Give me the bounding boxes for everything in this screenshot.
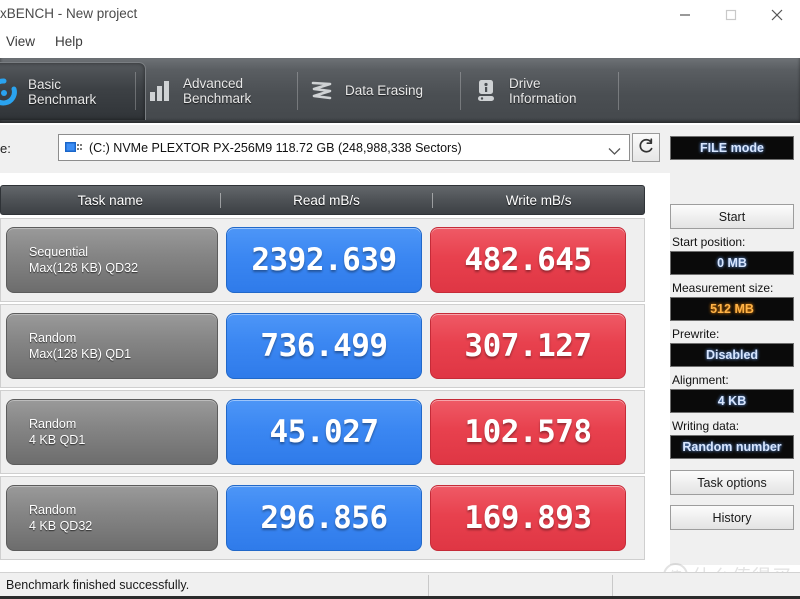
tab-basic-benchmark[interactable]: Basic Benchmark xyxy=(0,62,146,120)
drive-info-icon xyxy=(472,77,500,105)
close-button[interactable] xyxy=(754,0,800,30)
prewrite-label: Prewrite: xyxy=(672,327,720,341)
settings-panel: FILE mode Start Start position: 0 MB Mea… xyxy=(670,125,800,565)
read-value: 45.027 xyxy=(269,414,379,450)
table-row: Random 4 KB QD32 296.856 169.893 xyxy=(0,476,645,560)
alignment-value: 4 KB xyxy=(717,394,747,408)
task-name-button[interactable]: Sequential Max(128 KB) QD32 xyxy=(6,227,218,293)
measurement-size-field[interactable]: 512 MB xyxy=(670,297,794,321)
file-mode-value: FILE mode xyxy=(700,141,764,155)
file-mode-toggle[interactable]: FILE mode xyxy=(670,136,794,160)
menu-item-view[interactable]: View xyxy=(6,34,35,49)
task-options-label: Task options xyxy=(697,475,767,490)
table-row: Random 4 KB QD1 45.027 102.578 xyxy=(0,390,645,474)
xbench-window: xBENCH - New project View Help Basic Ben… xyxy=(0,0,800,599)
table-row: Sequential Max(128 KB) QD32 2392.639 482… xyxy=(0,218,645,302)
results-panel: Task name Read mB/s Write mB/s Sequentia… xyxy=(0,185,645,560)
chevron-down-icon[interactable] xyxy=(608,143,621,161)
refresh-icon xyxy=(637,136,656,160)
tab-drive-information-label: Drive Information xyxy=(509,75,577,106)
write-value-cell[interactable]: 102.578 xyxy=(430,399,626,465)
column-header-write: Write mB/s xyxy=(432,192,644,208)
write-value: 102.578 xyxy=(464,414,592,450)
status-message: Benchmark finished successfully. xyxy=(6,578,190,592)
writing-data-field[interactable]: Random number xyxy=(670,435,794,459)
write-value-cell[interactable]: 482.645 xyxy=(430,227,626,293)
alignment-field[interactable]: 4 KB xyxy=(670,389,794,413)
refresh-button[interactable] xyxy=(632,133,660,162)
task-name-button[interactable]: Random 4 KB QD1 xyxy=(6,399,218,465)
tab-basic-benchmark-label: Basic Benchmark xyxy=(28,76,97,107)
task-name-label: Random Max(128 KB) QD1 xyxy=(29,331,132,361)
task-name-button[interactable]: Random 4 KB QD32 xyxy=(6,485,218,551)
tab-advanced-benchmark-label: Advanced Benchmark xyxy=(183,75,252,106)
menu-item-help[interactable]: Help xyxy=(55,34,83,49)
write-value: 169.893 xyxy=(464,500,592,536)
menu-bar: View Help xyxy=(0,30,800,56)
read-value-cell[interactable]: 296.856 xyxy=(226,485,422,551)
writing-data-value: Random number xyxy=(682,440,782,454)
read-value-cell[interactable]: 2392.639 xyxy=(226,227,422,293)
drive-select[interactable]: (C:) NVMe PLEXTOR PX-256M9 118.72 GB (24… xyxy=(58,134,630,161)
tab-divider-1 xyxy=(135,72,136,110)
status-divider-2 xyxy=(612,575,613,596)
start-position-field[interactable]: 0 MB xyxy=(670,251,794,275)
write-value-cell[interactable]: 307.127 xyxy=(430,313,626,379)
read-value: 296.856 xyxy=(260,500,388,536)
minimize-button[interactable] xyxy=(662,0,708,30)
prewrite-value: Disabled xyxy=(705,348,759,362)
results-table-body: Sequential Max(128 KB) QD32 2392.639 482… xyxy=(0,218,645,562)
speedometer-icon xyxy=(0,77,19,107)
writing-data-label: Writing data: xyxy=(672,419,740,433)
column-header-task-name: Task name xyxy=(77,192,143,208)
tab-data-erasing-label: Data Erasing xyxy=(345,83,424,98)
maximize-button[interactable] xyxy=(708,0,754,30)
read-value: 2392.639 xyxy=(251,242,397,278)
drive-selector-label: e: xyxy=(0,141,11,156)
task-name-label: Random 4 KB QD32 xyxy=(29,503,93,533)
write-value: 307.127 xyxy=(464,328,592,364)
task-name-label: Random 4 KB QD1 xyxy=(29,417,86,447)
write-value-cell[interactable]: 169.893 xyxy=(430,485,626,551)
drive-icon xyxy=(64,140,83,156)
task-name-label: Sequential Max(128 KB) QD32 xyxy=(29,245,139,275)
task-options-button[interactable]: Task options xyxy=(670,470,794,495)
read-value-cell[interactable]: 45.027 xyxy=(226,399,422,465)
start-position-label: Start position: xyxy=(672,235,746,249)
status-divider-1 xyxy=(428,575,429,596)
measurement-size-label: Measurement size: xyxy=(672,281,774,295)
shredder-icon xyxy=(308,78,336,104)
results-table-header: Task name Read mB/s Write mB/s xyxy=(0,185,645,215)
write-value: 482.645 xyxy=(464,242,592,278)
alignment-label: Alignment: xyxy=(672,373,729,387)
start-button-label: Start xyxy=(718,209,746,224)
read-value-cell[interactable]: 736.499 xyxy=(226,313,422,379)
tab-strip: Basic Benchmark Advanced Benchmark Data … xyxy=(0,58,800,123)
window-title: xBENCH - New project xyxy=(0,6,138,21)
tab-divider-2 xyxy=(297,72,298,110)
prewrite-field[interactable]: Disabled xyxy=(670,343,794,367)
history-button[interactable]: History xyxy=(670,505,794,530)
start-position-value: 0 MB xyxy=(717,256,747,270)
tab-divider-4 xyxy=(618,72,619,110)
status-bar: Benchmark finished successfully. xyxy=(0,572,800,598)
history-button-label: History xyxy=(712,510,752,525)
tab-divider-3 xyxy=(460,72,461,110)
column-header-read: Read mB/s xyxy=(219,192,433,208)
tab-drive-information[interactable]: Drive Information xyxy=(472,62,608,119)
read-value: 736.499 xyxy=(260,328,388,364)
measurement-size-value: 512 MB xyxy=(710,302,754,316)
tab-advanced-benchmark[interactable]: Advanced Benchmark xyxy=(146,62,286,119)
window-controls xyxy=(662,0,800,30)
table-row: Random Max(128 KB) QD1 736.499 307.127 xyxy=(0,304,645,388)
bar-chart-icon xyxy=(146,78,174,104)
start-button[interactable]: Start xyxy=(670,204,794,229)
task-name-button[interactable]: Random Max(128 KB) QD1 xyxy=(6,313,218,379)
title-bar: xBENCH - New project xyxy=(0,0,800,30)
drive-select-value: (C:) NVMe PLEXTOR PX-256M9 118.72 GB (24… xyxy=(89,140,462,155)
tab-data-erasing[interactable]: Data Erasing xyxy=(308,62,453,119)
